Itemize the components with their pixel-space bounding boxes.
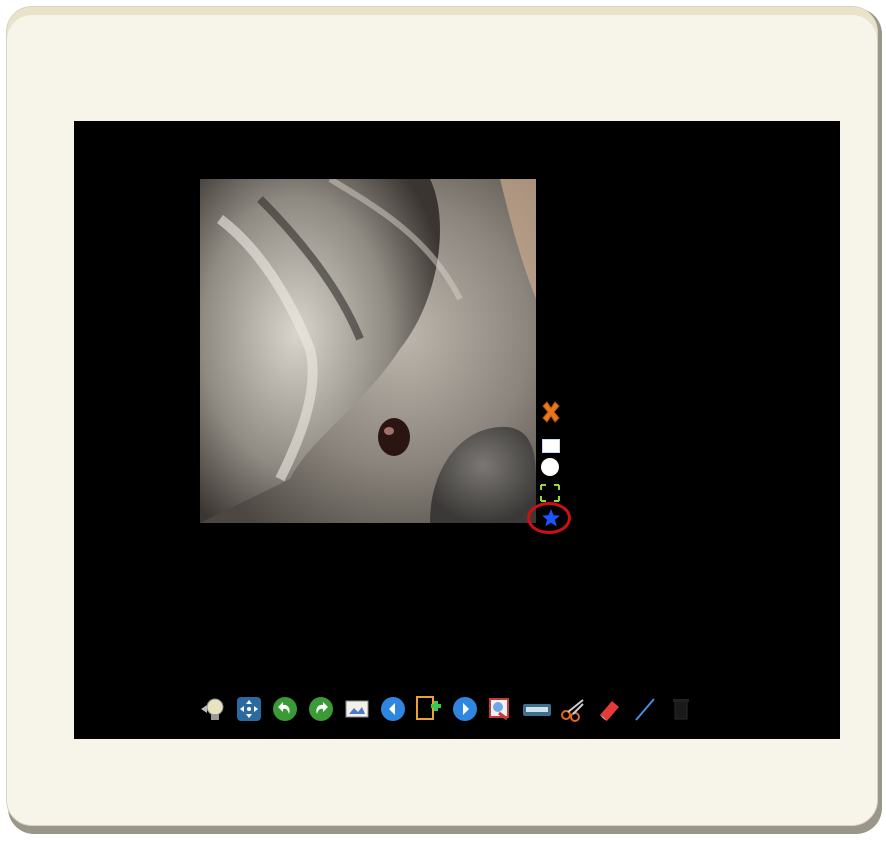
eraser-icon[interactable] xyxy=(594,694,624,724)
bottom-toolbar xyxy=(198,691,696,727)
undo-icon[interactable] xyxy=(270,694,300,724)
photo-icon[interactable] xyxy=(342,694,372,724)
expand-icon[interactable] xyxy=(540,484,560,502)
pen-icon[interactable] xyxy=(630,694,660,724)
move-arrows-icon[interactable] xyxy=(234,694,264,724)
previous-icon[interactable] xyxy=(378,694,408,724)
presentation-icon[interactable] xyxy=(486,694,516,724)
next-icon[interactable] xyxy=(450,694,480,724)
keyboard-icon[interactable] xyxy=(522,694,552,724)
circle-icon[interactable] xyxy=(541,458,559,476)
highlight-circle xyxy=(527,502,571,534)
rectangle-icon[interactable] xyxy=(542,439,560,453)
redo-icon[interactable] xyxy=(306,694,336,724)
app-window xyxy=(6,6,878,826)
whiteboard-canvas[interactable] xyxy=(74,121,840,739)
lightbulb-icon[interactable] xyxy=(198,694,228,724)
trash-icon[interactable] xyxy=(666,694,696,724)
close-icon[interactable] xyxy=(540,401,562,423)
shape-tools-panel xyxy=(527,397,576,537)
add-page-icon[interactable] xyxy=(414,694,444,724)
koala-image[interactable] xyxy=(200,179,536,523)
scissors-icon[interactable] xyxy=(558,694,588,724)
